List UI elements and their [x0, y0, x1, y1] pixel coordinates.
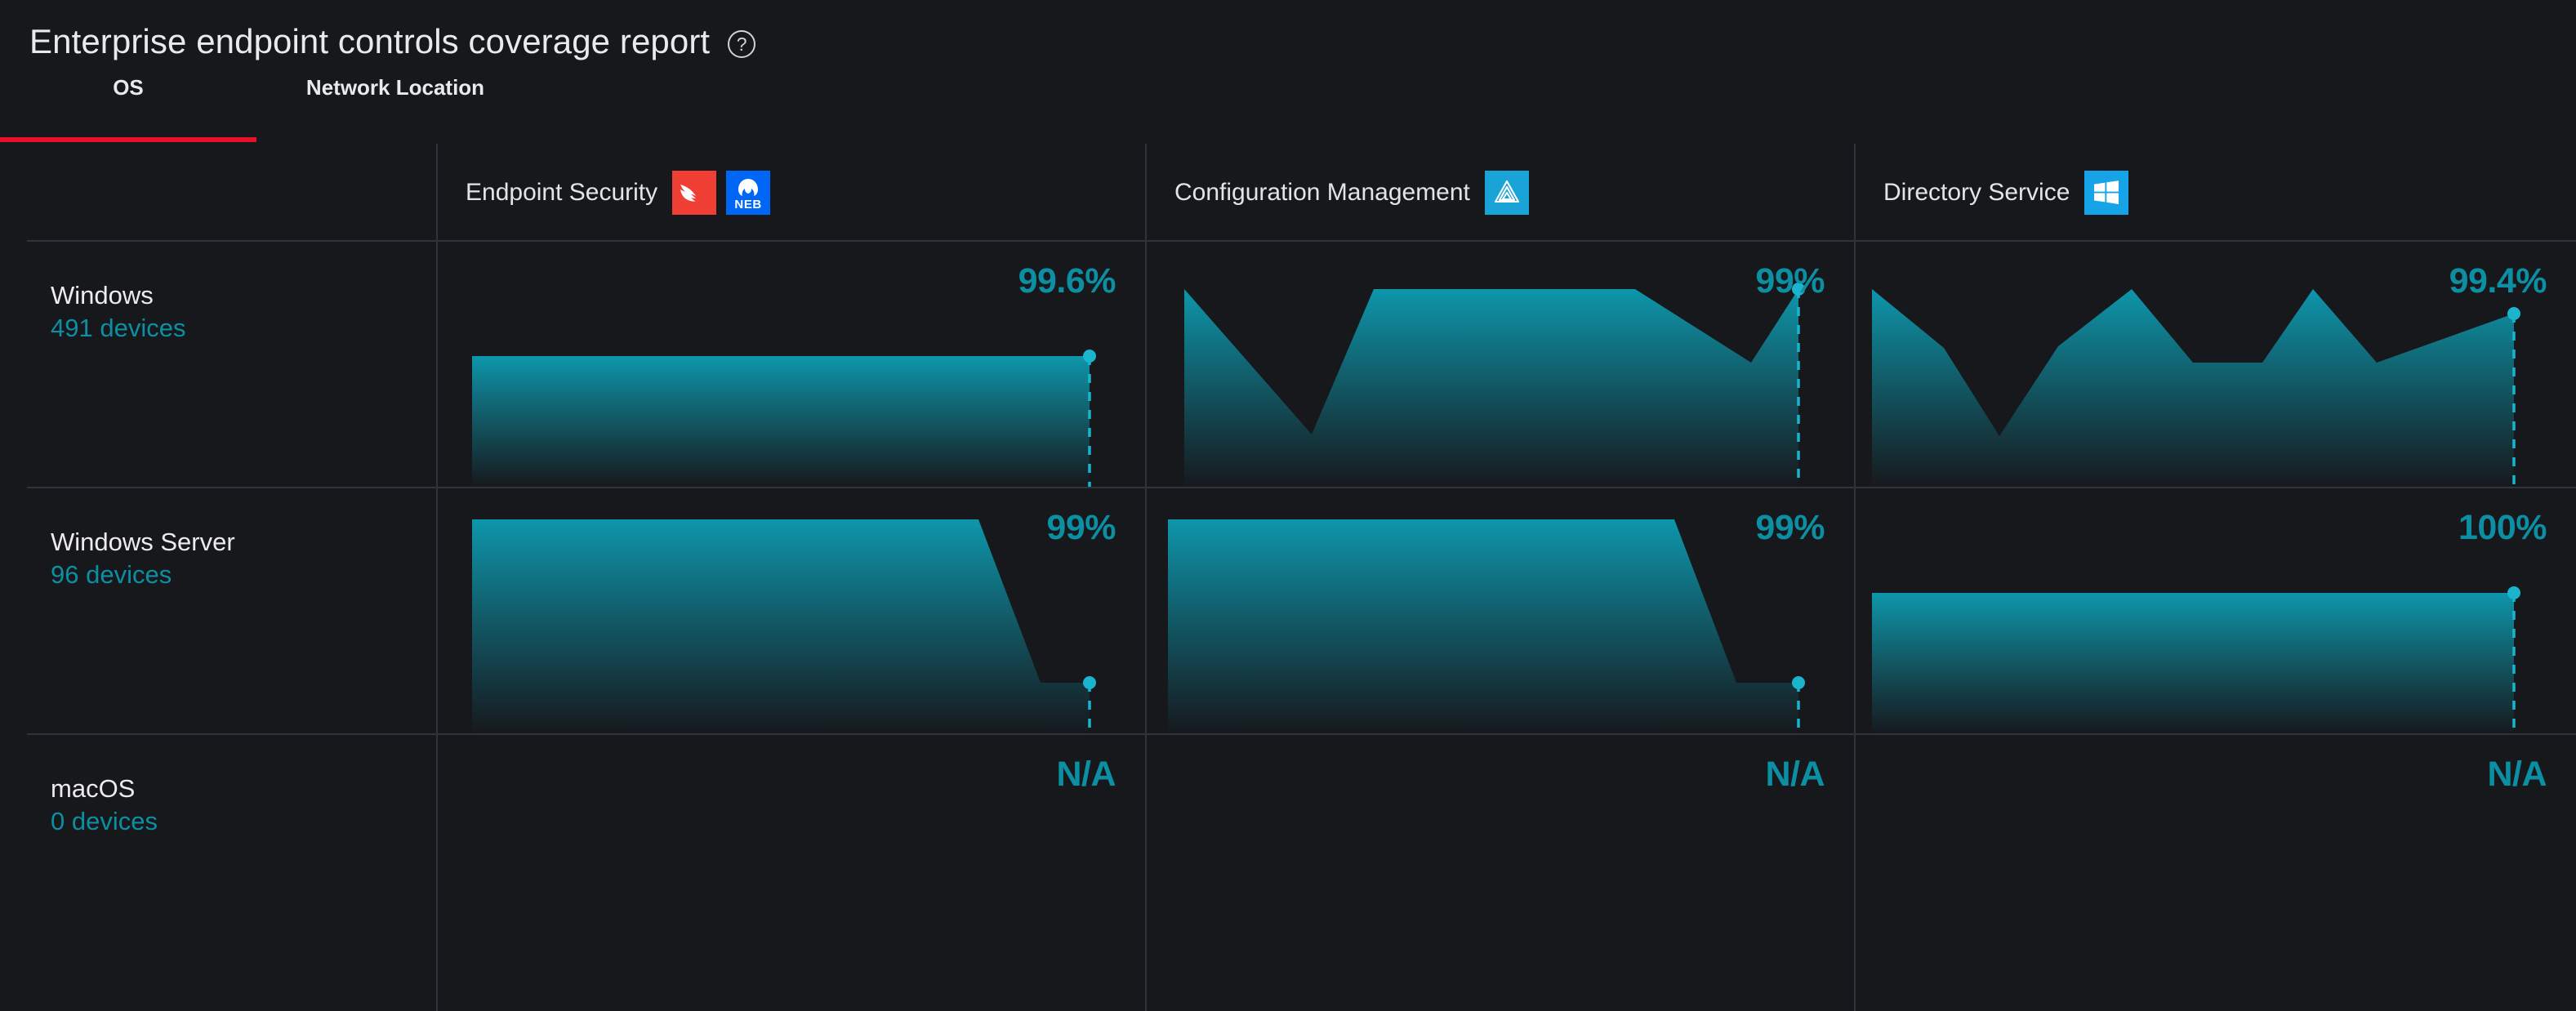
sparkline-chart [1184, 283, 1805, 488]
help-circle-icon[interactable]: ? [728, 30, 756, 58]
cell-windows-directory-service[interactable]: 99.4% [1854, 242, 2576, 488]
vendor-icon-group [1484, 171, 1529, 215]
cell-windows-server-directory-service[interactable]: 100% [1854, 488, 2576, 735]
row-label-devices: 0 devices [51, 806, 158, 835]
metric-value: 99% [1755, 508, 1825, 547]
cell-windows-configuration-management[interactable]: 99% [1145, 242, 1854, 488]
column-header-directory-service: Directory Service [1854, 144, 2576, 242]
tab-active-underline [0, 137, 256, 142]
header-corner-cell [0, 144, 436, 242]
cell-windows-server-configuration-management[interactable]: 99% [1145, 488, 1854, 735]
tab-bar: OS Network Location [0, 64, 2576, 142]
table-row: macOS 0 devices N/A N/A N/A [0, 735, 2576, 982]
cell-macos-configuration-management[interactable]: N/A [1145, 735, 1854, 982]
page-header: Enterprise endpoint controls coverage re… [0, 0, 2576, 64]
row-label-name: Windows Server [51, 528, 235, 556]
crowdstrike-icon [672, 171, 717, 215]
tab-os[interactable]: OS [0, 64, 256, 142]
sparkline-chart [1168, 519, 1805, 735]
vendor-icon-group [2084, 171, 2129, 215]
nebula-icon-text: NEB [734, 198, 762, 212]
row-label-devices: 96 devices [51, 559, 172, 589]
column-header-endpoint-security: Endpoint Security NEB [436, 144, 1145, 242]
cell-macos-directory-service[interactable]: N/A [1854, 735, 2576, 982]
table-row: Windows 491 devices 99.6% 99% 99.4% [0, 242, 2576, 488]
grid-header-row: Endpoint Security NEB Configuration Mana… [0, 144, 2576, 242]
column-header-label: Configuration Management [1174, 179, 1470, 206]
tab-network-location[interactable]: Network Location [256, 64, 534, 142]
column-header-configuration-management: Configuration Management [1145, 144, 1854, 242]
coverage-report-page: Enterprise endpoint controls coverage re… [0, 0, 2576, 1011]
vendor-icon-group: NEB [672, 171, 771, 215]
page-title: Enterprise endpoint controls coverage re… [29, 22, 711, 60]
cell-windows-endpoint-security[interactable]: 99.6% [436, 242, 1145, 488]
windows-icon [2084, 171, 2129, 215]
cell-macos-endpoint-security[interactable]: N/A [436, 735, 1145, 982]
table-row: Windows Server 96 devices 99% 99% 100% [0, 488, 2576, 735]
metric-value: 99% [1046, 508, 1116, 547]
coverage-grid: Endpoint Security NEB Configuration Mana… [0, 144, 2576, 1011]
metric-value: 100% [2458, 508, 2547, 547]
metric-value: 99.4% [2449, 261, 2547, 301]
metric-value: N/A [2487, 755, 2547, 794]
row-label-windows-server: Windows Server 96 devices [0, 488, 436, 735]
row-label-name: macOS [51, 774, 136, 803]
metric-value: N/A [1056, 755, 1116, 794]
column-header-label: Endpoint Security [466, 179, 658, 206]
row-label-devices: 491 devices [51, 313, 186, 342]
metric-value: N/A [1765, 755, 1825, 794]
malwarebytes-nebula-icon: NEB [726, 171, 771, 215]
metric-value: 99.6% [1018, 261, 1116, 301]
row-label-name: Windows [51, 281, 154, 310]
column-header-label: Directory Service [1883, 179, 2070, 206]
automox-icon [1484, 171, 1529, 215]
row-label-windows: Windows 491 devices [0, 242, 436, 488]
cell-windows-server-endpoint-security[interactable]: 99% [436, 488, 1145, 735]
metric-value: 99% [1755, 261, 1825, 301]
row-label-macos: macOS 0 devices [0, 735, 436, 982]
sparkline-chart [472, 519, 1096, 735]
